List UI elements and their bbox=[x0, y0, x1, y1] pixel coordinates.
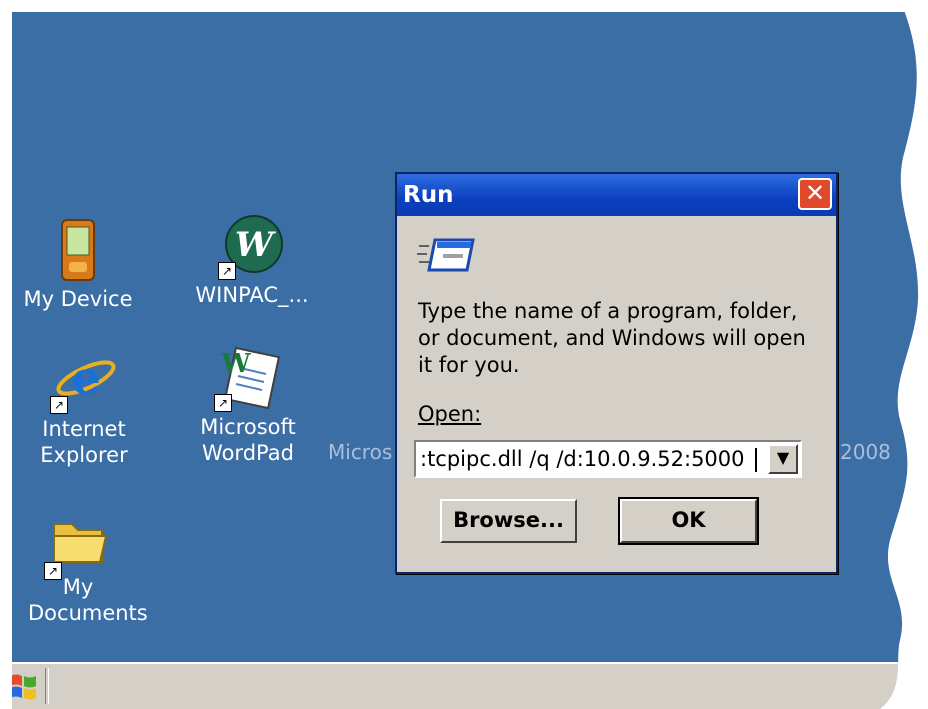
run-program-icon bbox=[417, 236, 477, 280]
windows-logo-icon bbox=[10, 674, 36, 700]
icon-label: Microsoft WordPad bbox=[200, 415, 296, 465]
start-button[interactable] bbox=[6, 670, 40, 702]
shortcut-arrow-icon: ↗ bbox=[50, 396, 68, 414]
open-combobox[interactable]: ▼ bbox=[414, 440, 802, 478]
text-cursor bbox=[755, 448, 757, 472]
shortcut-arrow-icon: ↗ bbox=[214, 394, 232, 412]
desktop-icon-internet-explorer[interactable]: e ↗ Internet Explorer bbox=[26, 348, 142, 468]
desktop: My Device W ↗ WINPAC_... e ↗ Internet Ex… bbox=[0, 0, 928, 709]
open-label: Open: bbox=[418, 402, 482, 426]
chevron-down-icon: ▼ bbox=[776, 448, 790, 467]
icon-label: WINPAC_... bbox=[195, 283, 309, 307]
taskbar bbox=[0, 662, 928, 709]
desktop-icon-my-device[interactable]: My Device bbox=[20, 218, 136, 312]
command-input[interactable] bbox=[420, 444, 760, 474]
dialog-title: Run bbox=[403, 182, 454, 208]
icon-label: My Device bbox=[23, 287, 133, 311]
run-dialog: Run ✕ Type the name of a program, folder… bbox=[395, 172, 838, 574]
run-instructions: Type the name of a program, folder, or d… bbox=[418, 299, 806, 377]
close-button[interactable]: ✕ bbox=[798, 178, 832, 210]
svg-text:W: W bbox=[220, 349, 251, 379]
desktop-background-text-left: Micros bbox=[328, 440, 393, 464]
icon-label: My Documents bbox=[28, 575, 148, 625]
pda-device-icon bbox=[58, 218, 98, 282]
desktop-background-text-right: 2008 bbox=[840, 440, 891, 464]
dialog-titlebar[interactable]: Run ✕ bbox=[397, 174, 836, 216]
winpac-app-icon: W ↗ bbox=[218, 214, 284, 280]
wordpad-icon: W ↗ bbox=[214, 346, 281, 412]
shortcut-arrow-icon: ↗ bbox=[218, 262, 236, 280]
browse-button[interactable]: Browse... bbox=[440, 499, 577, 543]
svg-text:e: e bbox=[71, 351, 100, 405]
shortcut-arrow-icon: ↗ bbox=[44, 562, 62, 580]
desktop-icon-wordpad[interactable]: W ↗ Microsoft WordPad bbox=[186, 346, 310, 466]
icon-label: Internet Explorer bbox=[40, 417, 128, 467]
dropdown-button[interactable]: ▼ bbox=[768, 444, 798, 474]
folder-icon: ↗ bbox=[44, 514, 110, 580]
svg-text:W: W bbox=[235, 225, 276, 265]
desktop-icon-winpac[interactable]: W ↗ WINPAC_... bbox=[182, 214, 322, 308]
taskbar-separator bbox=[45, 668, 49, 704]
desktop-icon-my-documents[interactable]: ↗ My Documents bbox=[16, 514, 148, 626]
internet-explorer-icon: e ↗ bbox=[50, 348, 116, 414]
ok-button[interactable]: OK bbox=[618, 497, 759, 545]
